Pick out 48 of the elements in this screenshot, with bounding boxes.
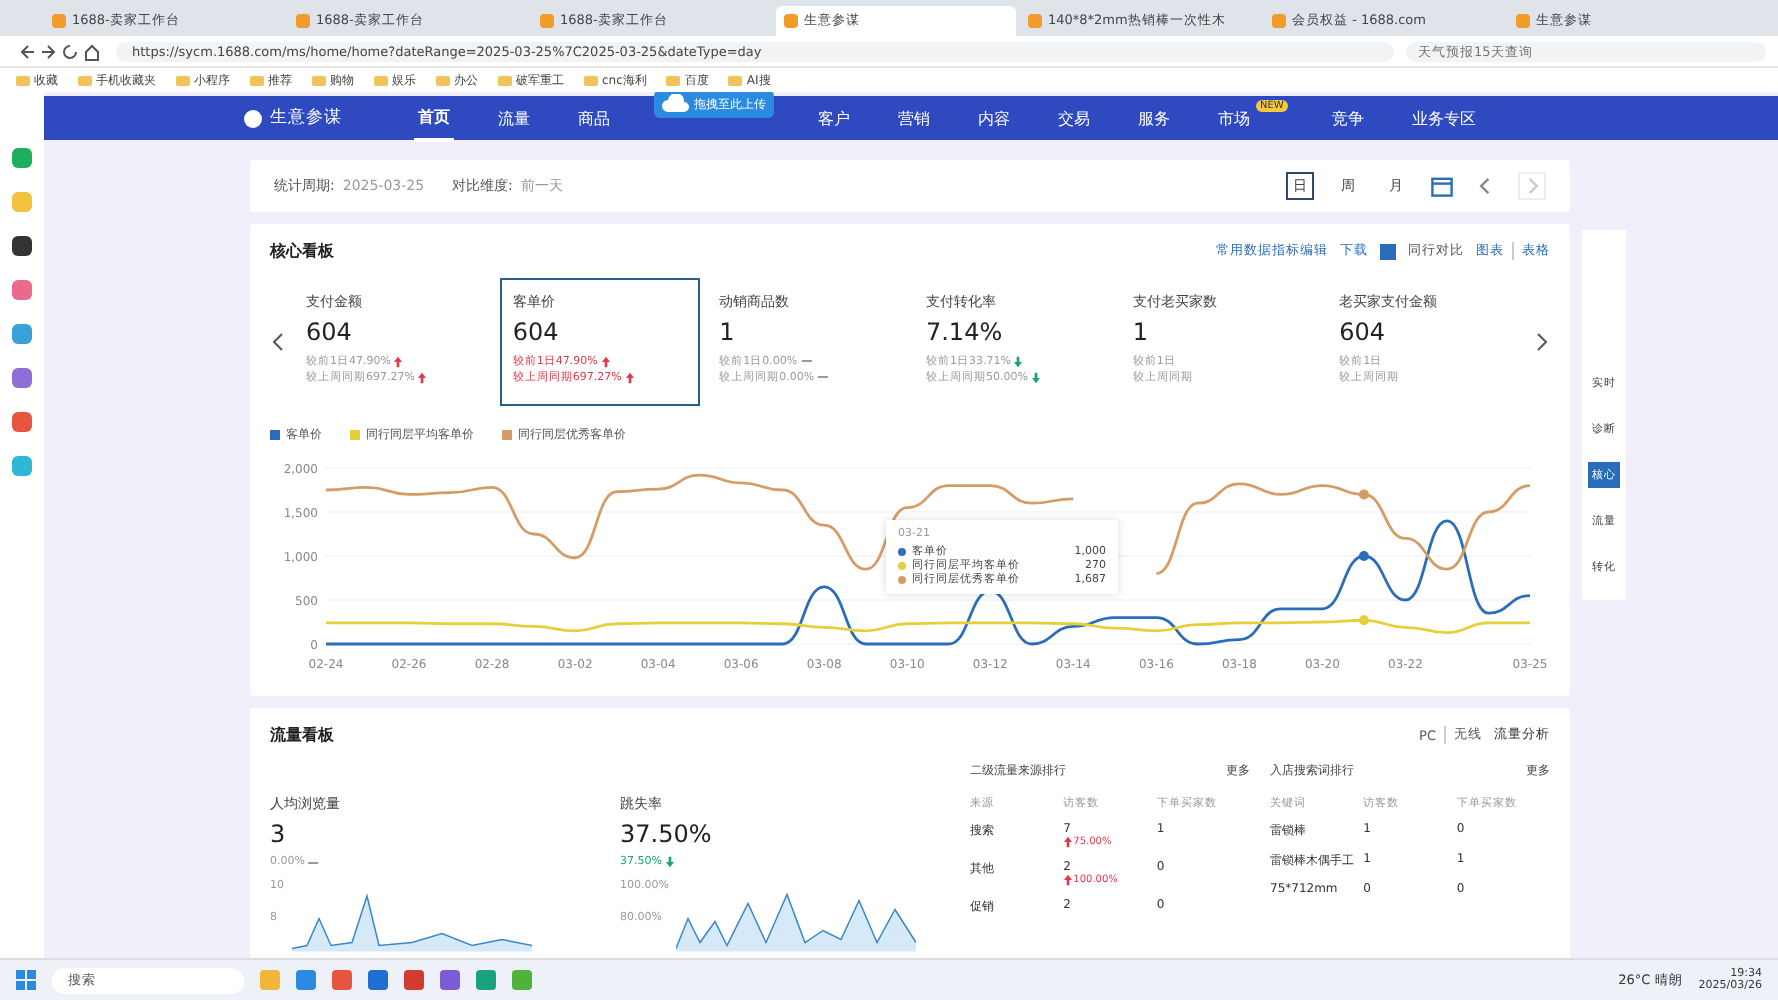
nav-item[interactable]: 客户: [814, 97, 854, 139]
up-arrow-icon: [625, 371, 634, 383]
up-arrow-icon: [1063, 874, 1072, 886]
nav-item[interactable]: 业务专区: [1407, 97, 1480, 139]
metric-value: 604: [512, 318, 561, 346]
up-arrow-icon: [418, 371, 427, 383]
nav-item[interactable]: 流量: [494, 97, 534, 139]
app-icon[interactable]: [12, 236, 32, 256]
calendar-icon[interactable]: [1430, 174, 1454, 198]
metric-value: 7.14%: [925, 318, 1005, 346]
nav-item[interactable]: 商品: [574, 97, 614, 139]
section-title: 流量看板: [270, 724, 334, 746]
tab-favicon-icon: [1272, 14, 1286, 28]
nav-item[interactable]: 服务: [1134, 97, 1174, 139]
nav-item[interactable]: 首页: [414, 95, 454, 141]
windows-start-icon[interactable]: [16, 970, 36, 990]
up-arrow-icon: [601, 355, 610, 367]
brand-logo[interactable]: 生意参谋: [244, 106, 342, 130]
next-icon[interactable]: [1533, 330, 1550, 354]
metric-value: 37.50%: [620, 820, 714, 848]
dash-icon: [801, 360, 812, 362]
up-arrow-icon: [1063, 836, 1072, 848]
metric-value: 604: [1339, 318, 1388, 346]
nav-item[interactable]: 营销: [894, 97, 934, 139]
metric-value: 604: [306, 318, 354, 346]
data-point: [1358, 615, 1369, 626]
nav-item[interactable]: 竞争: [1327, 97, 1368, 139]
tab-favicon-icon: [296, 14, 310, 28]
nav-item[interactable]: 市场: [1214, 97, 1254, 139]
tab-favicon-icon: [784, 14, 798, 28]
up-arrow-icon: [394, 355, 403, 367]
peer-checkbox[interactable]: [1380, 243, 1396, 259]
section-title: 核心看板: [270, 240, 334, 262]
tab-favicon-icon: [1516, 14, 1530, 28]
data-point: [1358, 489, 1369, 500]
metric-value: 3: [270, 820, 288, 848]
tab-favicon-icon: [1028, 14, 1042, 28]
dash-icon: [308, 861, 319, 863]
previous-icon[interactable]: [270, 330, 286, 354]
nav-item[interactable]: 内容: [974, 97, 1014, 139]
tab-favicon-icon: [540, 14, 554, 28]
data-point: [1358, 551, 1369, 561]
metric-value: 1: [719, 318, 737, 346]
tab-favicon-icon: [52, 14, 66, 28]
dash-icon: [818, 376, 829, 378]
down-arrow-icon: [665, 856, 674, 868]
nav-item[interactable]: 交易: [1054, 97, 1094, 139]
metric-value: 1: [1132, 318, 1150, 346]
